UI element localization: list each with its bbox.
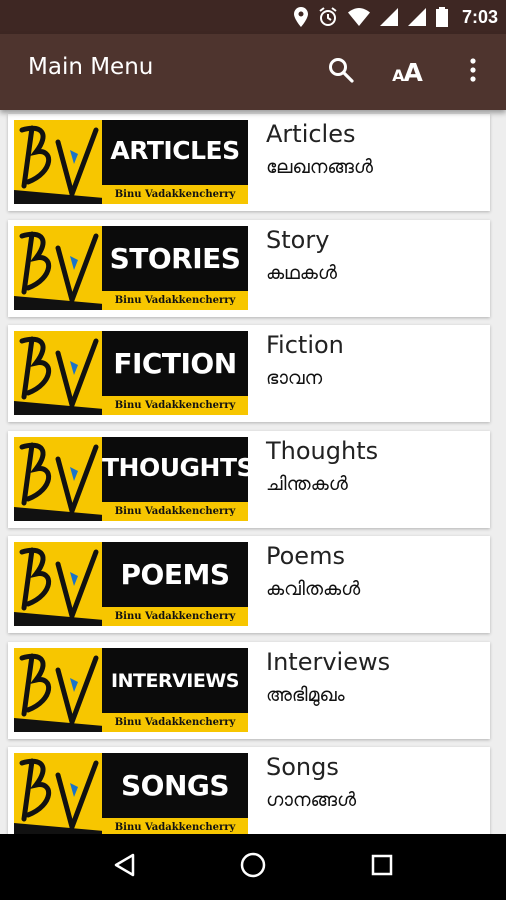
item-title: Story	[266, 225, 330, 254]
overflow-menu-button[interactable]	[440, 34, 506, 110]
search-button[interactable]	[308, 34, 374, 110]
banner-byline: Binu Vadakkencherry	[102, 290, 248, 310]
banner-label: ARTICLES	[110, 136, 240, 165]
item-subtitle: ഗാനങ്ങൾ	[266, 789, 357, 811]
signal-icon-2	[407, 8, 426, 26]
bv-logo	[14, 436, 104, 521]
app-actions: AA	[308, 34, 506, 110]
item-title: Songs	[266, 753, 339, 781]
font-size-button[interactable]: AA	[374, 34, 440, 110]
list-item-poems[interactable]: POEMS Binu Vadakkencherry Poems കവിതകൾ	[8, 536, 490, 633]
banner-byline: Binu Vadakkencherry	[102, 396, 248, 415]
list-item-fiction[interactable]: FICTION Binu Vadakkencherry Fiction ഭാവന	[8, 325, 490, 422]
item-title: Thoughts	[266, 436, 379, 465]
recents-button[interactable]	[352, 837, 412, 897]
category-banner: POEMS Binu Vadakkencherry	[102, 542, 248, 626]
category-thumbnail: THOUGHTS Binu Vadakkencherry	[14, 436, 255, 521]
category-banner: THOUGHTS Binu Vadakkencherry	[102, 436, 255, 521]
location-icon	[293, 7, 308, 27]
category-thumbnail: POEMS Binu Vadakkencherry	[14, 542, 248, 626]
list-item-thoughts[interactable]: THOUGHTS Binu Vadakkencherry Thoughts ചിന്ത…	[8, 430, 490, 528]
list-item-songs[interactable]: SONGS Binu Vadakkencherry Songs ഗാനങ്ങൾ	[8, 747, 490, 834]
category-banner: STORIES Binu Vadakkencherry	[102, 225, 248, 310]
item-title: Articles	[266, 120, 356, 148]
page-title: Main Menu	[28, 54, 154, 80]
wifi-icon	[347, 8, 370, 26]
bv-logo	[14, 225, 104, 310]
item-title: Poems	[266, 542, 345, 570]
item-title: Fiction	[266, 331, 344, 359]
item-subtitle: ചിന്തകൾ	[266, 472, 348, 495]
banner-byline: Binu Vadakkencherry	[102, 501, 248, 521]
bv-logo	[14, 331, 104, 415]
status-icons: 7:03	[293, 0, 498, 34]
app-bar: Main Menu AA	[0, 34, 506, 110]
bv-logo	[14, 120, 104, 204]
banner-byline: Binu Vadakkencherry	[102, 712, 248, 732]
overflow-menu-icon	[470, 58, 476, 86]
bv-logo	[14, 542, 104, 626]
item-subtitle: കവിതകൾ	[266, 578, 361, 600]
status-bar: 7:03	[0, 0, 506, 34]
nav-bar	[0, 834, 506, 900]
item-subtitle: അഭിമുഖം	[266, 683, 345, 706]
menu-list[interactable]: ARTICLES Binu Vadakkencherry Articles ലേഖനങ…	[0, 110, 506, 834]
banner-label: POEMS	[120, 558, 230, 591]
banner-label: STORIES	[109, 241, 241, 275]
banner-label: THOUGHTS	[102, 452, 255, 482]
font-size-icon: AA	[392, 57, 423, 87]
list-item-story[interactable]: STORIES Binu Vadakkencherry Story കഥകൾ	[8, 219, 490, 317]
home-button[interactable]	[223, 837, 283, 897]
signal-icon	[379, 8, 398, 26]
banner-byline: Binu Vadakkencherry	[102, 607, 248, 626]
category-banner: ARTICLES Binu Vadakkencherry	[102, 120, 248, 204]
list-item-interviews[interactable]: INTERVIEWS Binu Vadakkencherry Interviews അ…	[8, 641, 490, 739]
recents-icon	[371, 854, 393, 880]
banner-label: SONGS	[120, 769, 230, 802]
status-time: 7:03	[461, 6, 498, 27]
search-icon	[328, 57, 354, 87]
bv-logo	[14, 647, 104, 732]
category-thumbnail: ARTICLES Binu Vadakkencherry	[14, 120, 248, 204]
item-subtitle: ഭാവന	[266, 367, 323, 389]
item-subtitle: ലേഖനങ്ങൾ	[266, 156, 373, 178]
item-subtitle: കഥകൾ	[266, 261, 337, 284]
banner-byline: Binu Vadakkencherry	[102, 185, 248, 204]
home-icon	[240, 852, 266, 882]
category-thumbnail: SONGS Binu Vadakkencherry	[14, 753, 248, 834]
category-thumbnail: FICTION Binu Vadakkencherry	[14, 331, 248, 415]
banner-byline: Binu Vadakkencherry	[102, 818, 248, 834]
category-banner: INTERVIEWS Binu Vadakkencherry	[102, 647, 248, 732]
bv-logo	[14, 753, 104, 834]
list-item-articles[interactable]: ARTICLES Binu Vadakkencherry Articles ലേഖനങ…	[8, 114, 490, 211]
back-button[interactable]	[94, 837, 154, 897]
category-thumbnail: INTERVIEWS Binu Vadakkencherry	[14, 647, 248, 732]
category-banner: SONGS Binu Vadakkencherry	[102, 753, 248, 834]
alarm-icon	[318, 7, 338, 27]
item-title: Interviews	[266, 647, 391, 676]
category-thumbnail: STORIES Binu Vadakkencherry	[14, 225, 248, 310]
banner-label: INTERVIEWS	[111, 669, 239, 692]
category-banner: FICTION Binu Vadakkencherry	[102, 331, 248, 415]
banner-label: FICTION	[113, 347, 237, 380]
back-icon	[113, 853, 135, 881]
battery-icon	[435, 7, 448, 27]
